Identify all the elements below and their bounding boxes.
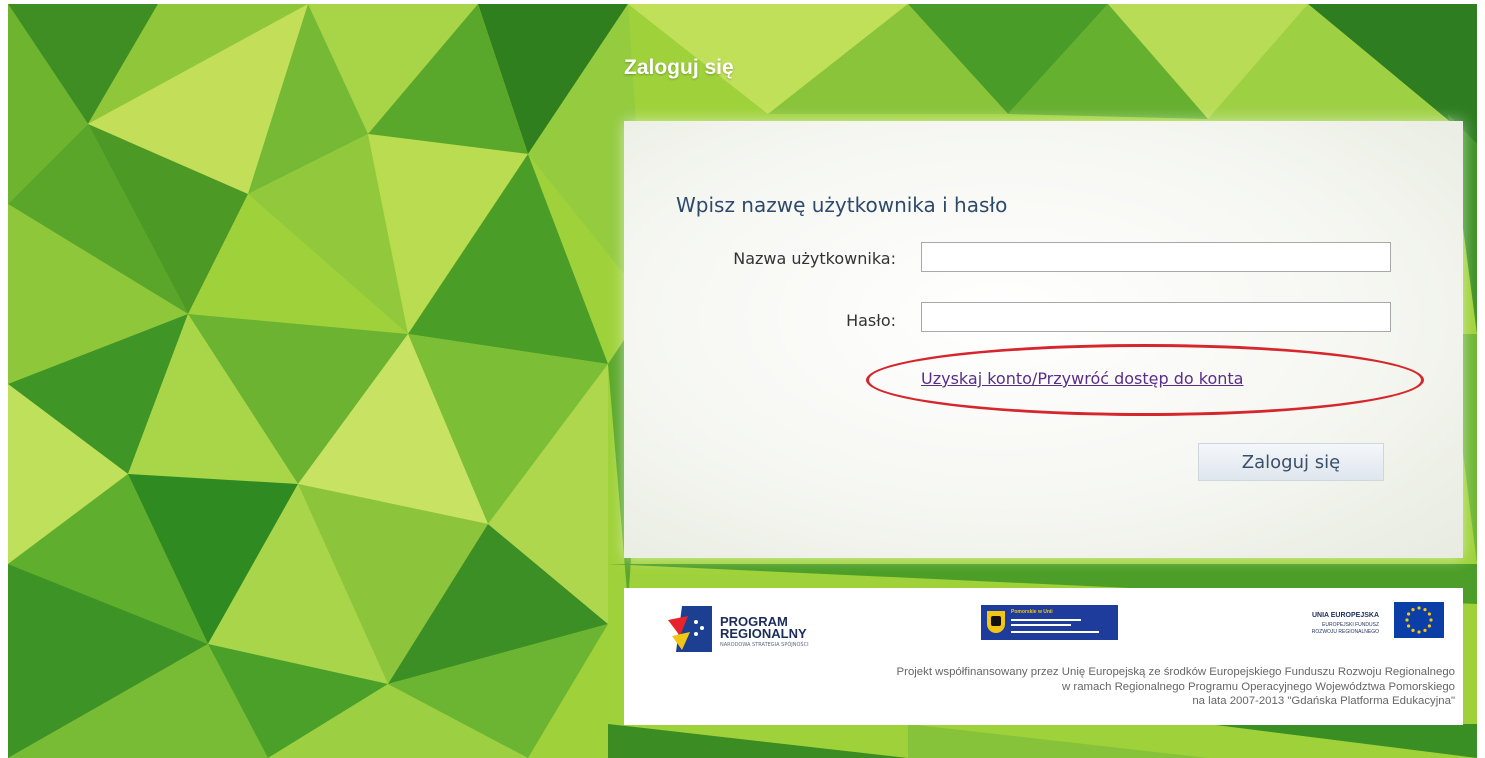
login-heading: Wpisz nazwę użytkownika i hasło <box>676 193 1008 217</box>
program-regionalny-mark-icon <box>668 606 712 652</box>
project-funding-text: Projekt współfinansowany przez Unię Euro… <box>735 665 1455 709</box>
account-recovery-link[interactable]: Uzyskaj konto/Przywróć dostęp do konta <box>921 369 1243 388</box>
pomorskie-crest-icon <box>987 611 1005 633</box>
pomorskie-logo: Pomorskie w Unii <box>981 605 1118 640</box>
funding-footer: PROGRAM REGIONALNY NARODOWA STRATEGIA SP… <box>624 588 1463 725</box>
password-input[interactable] <box>921 302 1391 332</box>
project-text-line3: na lata 2007-2013 "Gdańska Platforma Edu… <box>1192 695 1455 707</box>
username-input[interactable] <box>921 242 1391 272</box>
page-title: Zaloguj się <box>624 56 734 79</box>
eu-logo-line2: EUROPEJSKI FUNDUSZ <box>1322 622 1379 628</box>
login-panel: Wpisz nazwę użytkownika i hasło Nazwa uż… <box>624 121 1463 558</box>
project-text-line2: w ramach Regionalnego Programu Operacyjn… <box>1062 680 1455 693</box>
eu-logo-line1: UNIA EUROPEJSKA <box>1311 612 1379 619</box>
eu-flag-icon <box>1394 602 1444 638</box>
program-regionalny-logo: PROGRAM REGIONALNY NARODOWA STRATEGIA SP… <box>668 606 878 652</box>
program-logo-line2: REGIONALNY <box>720 626 807 641</box>
username-label: Nazwa użytkownika: <box>733 249 896 268</box>
login-button[interactable]: Zaloguj się <box>1198 443 1384 481</box>
program-logo-sub: NARODOWA STRATEGIA SPÓJNOŚCI <box>720 642 809 648</box>
project-text-line1: Projekt współfinansowany przez Unię Euro… <box>896 666 1455 678</box>
eu-logo: UNIA EUROPEJSKA EUROPEJSKI FUNDUSZ ROZWO… <box>1234 602 1454 646</box>
password-label: Hasło: <box>846 311 896 330</box>
pomorskie-logo-title: Pomorskie w Unii <box>1011 609 1053 615</box>
eu-logo-line3: ROZWOJU REGIONALNEGO <box>1311 629 1379 635</box>
